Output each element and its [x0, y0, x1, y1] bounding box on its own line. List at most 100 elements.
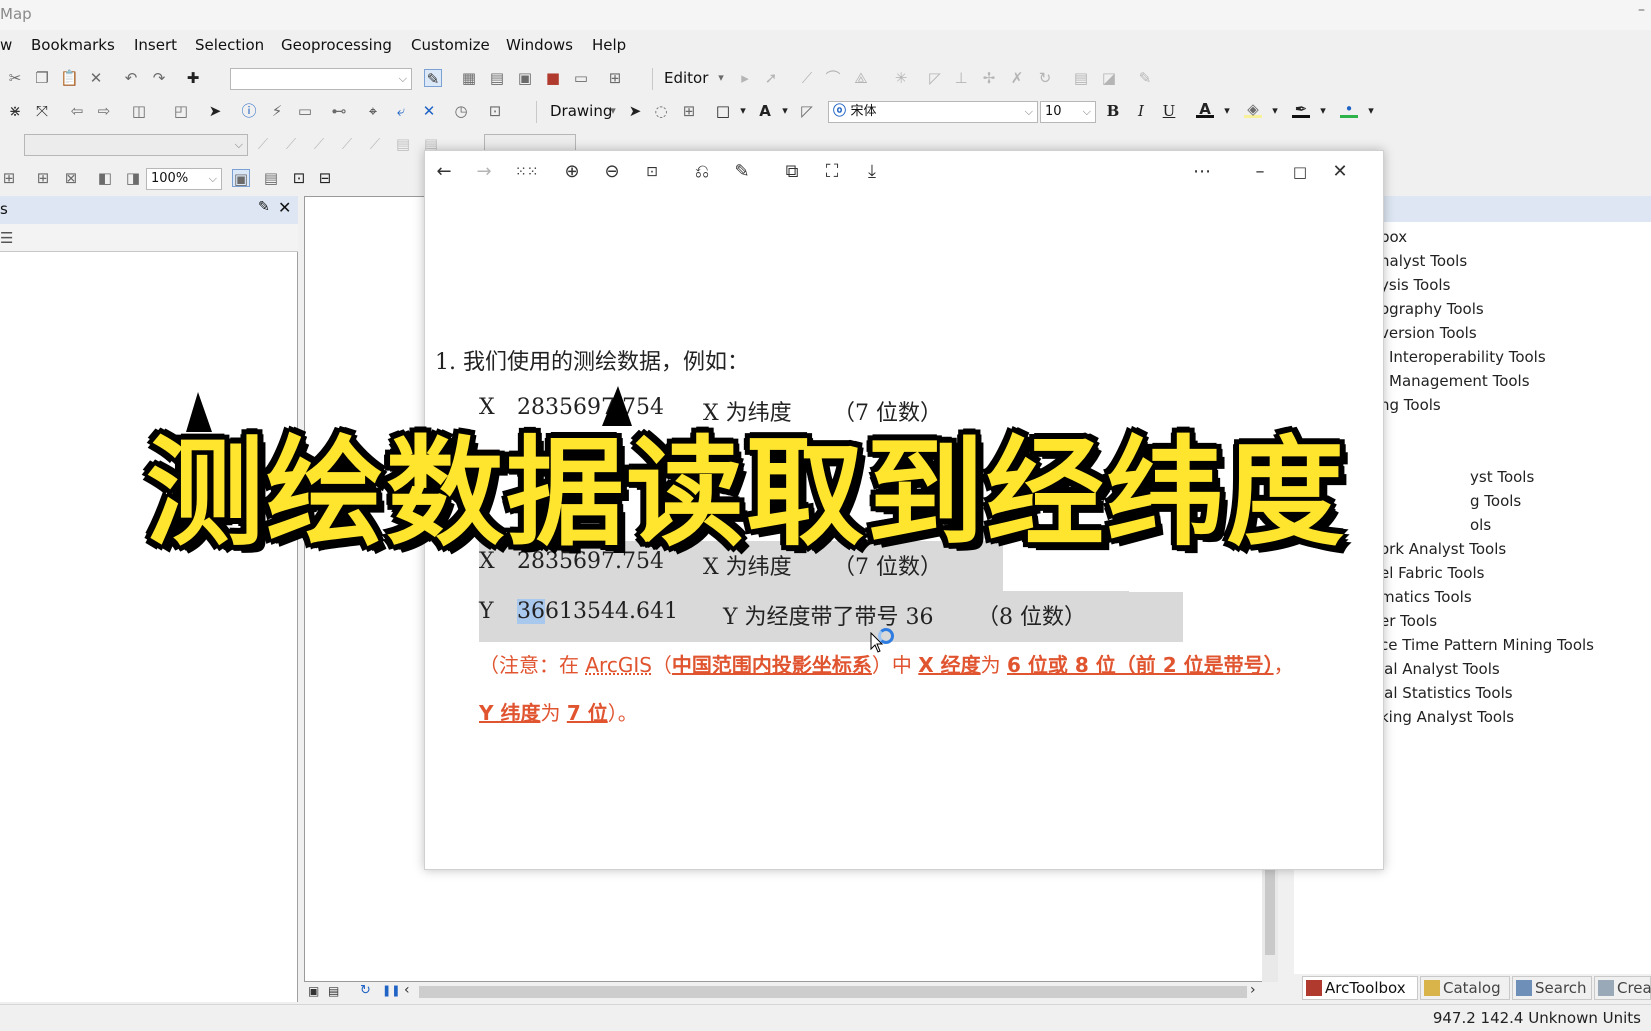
change-layout-icon[interactable]: ⊡: [290, 169, 308, 187]
layout-zoom-combo[interactable]: 100% ⌵: [146, 168, 222, 190]
close-toc-icon[interactable]: ✕: [278, 198, 291, 217]
toolbox-item[interactable]: ial Analyst Tools: [1380, 660, 1500, 678]
zoom-out-icon[interactable]: ⊖: [601, 161, 623, 183]
font-size-combo[interactable]: 10 ⌵: [1040, 101, 1096, 123]
more-icon[interactable]: ⋯: [1191, 161, 1213, 183]
hyperlink-icon[interactable]: ⚡: [268, 102, 286, 120]
menu-windows[interactable]: Windows: [506, 36, 573, 54]
maximize-viewer-icon[interactable]: □: [1289, 161, 1311, 183]
underline-button[interactable]: U: [1160, 102, 1178, 120]
time-slider-icon[interactable]: ◷: [452, 102, 470, 120]
back-icon[interactable]: ←: [433, 161, 455, 183]
copy-image-icon[interactable]: ⧉: [781, 161, 803, 183]
editor-dropdown-icon[interactable]: ▾: [712, 69, 730, 87]
paste-icon[interactable]: 📋: [60, 69, 79, 87]
edit-vertices-drawing-icon[interactable]: ◸: [798, 102, 816, 120]
menu-insert[interactable]: Insert: [134, 36, 177, 54]
table-window-icon[interactable]: ▦: [460, 69, 478, 87]
editor-menu[interactable]: Editor: [664, 69, 708, 87]
data-driven-pages-icon[interactable]: ⊟: [316, 169, 334, 187]
tab-search[interactable]: Search: [1512, 976, 1592, 1000]
toggle-draft-icon[interactable]: ▣: [232, 169, 250, 188]
menu-selection[interactable]: Selection: [195, 36, 264, 54]
fill-color-dropdown-icon[interactable]: ▾: [1266, 102, 1284, 120]
toolbox-window-icon[interactable]: ■: [544, 69, 562, 87]
menu-help[interactable]: Help: [592, 36, 626, 54]
font-color-icon[interactable]: A: [1196, 100, 1214, 118]
scroll-right-icon[interactable]: ›: [1250, 982, 1256, 998]
refresh-icon[interactable]: ↻: [360, 983, 371, 998]
toolbox-item[interactable]: version Tools: [1380, 324, 1477, 342]
y-value-selected[interactable]: 36: [517, 599, 545, 624]
crop-icon[interactable]: ⛶: [821, 161, 843, 183]
toolbox-item[interactable]: ography Tools: [1380, 300, 1484, 318]
measure-icon[interactable]: ⊷: [330, 102, 348, 120]
clear-selection-icon[interactable]: ◰: [172, 102, 190, 120]
tab-arctoolbox[interactable]: ArcToolbox: [1302, 976, 1418, 1000]
fixed-zoom-out-icon[interactable]: ⤧: [33, 102, 51, 120]
layout-zoom-in-icon[interactable]: ⊞: [0, 169, 18, 187]
add-data-icon[interactable]: ✚: [184, 69, 202, 87]
fixed-zoom-in-icon[interactable]: ⋇: [6, 102, 24, 120]
copy-icon[interactable]: ❐: [33, 69, 51, 87]
bold-button[interactable]: B: [1104, 102, 1122, 120]
toolbox-item[interactable]: ce Time Pattern Mining Tools: [1380, 636, 1594, 654]
identify-icon[interactable]: ⓘ: [240, 102, 258, 120]
catalog-window-icon[interactable]: ▤: [488, 69, 506, 87]
back-extent-icon[interactable]: ⇦: [68, 102, 86, 120]
zoom-in-icon[interactable]: ⊕: [561, 161, 583, 183]
redo-icon[interactable]: ↷: [150, 69, 168, 87]
forward-extent-icon[interactable]: ⇨: [95, 102, 113, 120]
edit-icon[interactable]: ✎: [731, 161, 753, 183]
minimize-button[interactable]: –: [1638, 2, 1645, 18]
select-elements-icon[interactable]: ➤: [206, 102, 224, 120]
marker-color-icon[interactable]: •: [1340, 100, 1358, 118]
layout-pan-icon[interactable]: ⊠: [62, 169, 80, 187]
map-vertical-scrollbar[interactable]: [1262, 860, 1278, 982]
fill-color-icon[interactable]: ◈: [1244, 100, 1262, 118]
html-popup-icon[interactable]: ▭: [296, 102, 314, 120]
font-name-combo[interactable]: ⓞ 宋体 ⌵: [828, 101, 1038, 123]
rotate-element-icon[interactable]: ◌: [652, 102, 670, 120]
marker-color-dropdown-icon[interactable]: ▾: [1362, 102, 1380, 120]
toolbox-item[interactable]: Interoperability Tools: [1389, 348, 1546, 366]
rotate-icon[interactable]: ⎌: [691, 161, 713, 183]
line-color-dropdown-icon[interactable]: ▾: [1314, 102, 1332, 120]
toolbox-item[interactable]: er Tools: [1380, 612, 1437, 630]
italic-button[interactable]: I: [1132, 102, 1150, 120]
go-to-xy-icon[interactable]: ✕: [420, 102, 438, 120]
scroll-left-icon[interactable]: ‹: [404, 982, 410, 998]
layout-view-icon[interactable]: ▤: [328, 984, 339, 998]
toolbox-item[interactable]: ial Statistics Tools: [1380, 684, 1513, 702]
menu-geoprocessing[interactable]: Geoprocessing: [281, 36, 392, 54]
toolbox-item[interactable]: matics Tools: [1380, 588, 1472, 606]
rectangle-dropdown-icon[interactable]: ▾: [734, 102, 752, 120]
select-features-icon[interactable]: ◫: [130, 102, 148, 120]
menu-bookmarks[interactable]: Bookmarks: [31, 36, 115, 54]
tab-create-features[interactable]: Crea: [1594, 976, 1651, 1000]
tab-catalog[interactable]: Catalog: [1420, 976, 1510, 1000]
toolbox-item[interactable]: Management Tools: [1389, 372, 1530, 390]
font-color-dropdown-icon[interactable]: ▾: [1218, 102, 1236, 120]
zoom-whole-page-2-icon[interactable]: ◧: [96, 169, 114, 187]
search-window-icon[interactable]: ▣: [516, 69, 534, 87]
toolbox-item[interactable]: ysis Tools: [1380, 276, 1450, 294]
map-scale-combo[interactable]: ⌵: [230, 68, 412, 90]
toolbox-item[interactable]: king Analyst Tools: [1380, 708, 1514, 726]
toolbox-item[interactable]: box: [1380, 228, 1407, 246]
zoom-100-icon[interactable]: ◨: [124, 169, 142, 187]
drawing-select-icon[interactable]: ➤: [626, 102, 644, 120]
menu-customize[interactable]: Customize: [411, 36, 490, 54]
cut-icon[interactable]: ✂: [6, 69, 24, 87]
delete-icon[interactable]: ✕: [87, 69, 105, 87]
minimize-viewer-icon[interactable]: –: [1249, 161, 1271, 183]
text-tool-icon[interactable]: A: [756, 102, 774, 120]
line-color-icon[interactable]: ✒: [1292, 100, 1310, 118]
find-icon[interactable]: ⌖: [364, 102, 382, 120]
focus-frame-icon[interactable]: ▤: [262, 169, 280, 187]
layout-zoom-out-icon[interactable]: ⊞: [34, 169, 52, 187]
text-dropdown-icon[interactable]: ▾: [776, 102, 794, 120]
pin-icon[interactable]: ✎: [258, 199, 270, 215]
drawing-dropdown-icon[interactable]: ▾: [604, 102, 622, 120]
close-viewer-icon[interactable]: ✕: [1329, 161, 1351, 183]
